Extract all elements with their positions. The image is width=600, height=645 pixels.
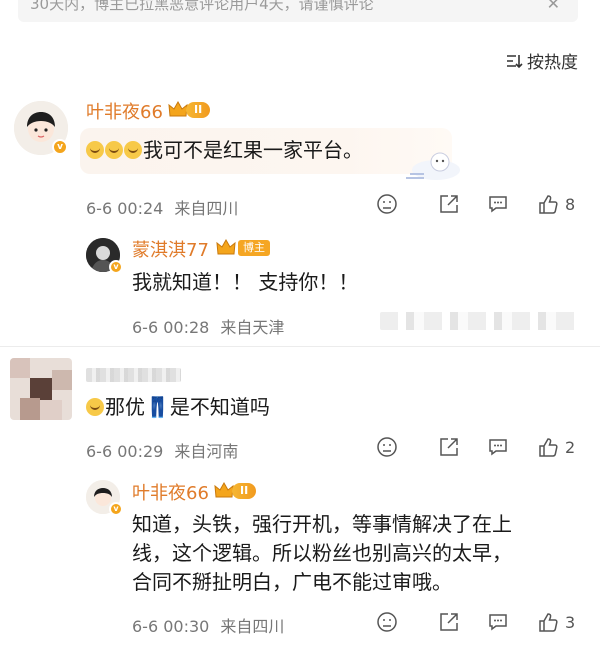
sort-icon bbox=[507, 54, 523, 68]
sort-by-heat-button[interactable]: 按热度 bbox=[505, 48, 578, 73]
doge-emoji-icon bbox=[105, 141, 123, 159]
like-button[interactable]: 3 bbox=[537, 611, 575, 633]
notice-text: 30天内，博主已拉黑恶意评论用户4天，请谨慎评论 bbox=[30, 0, 374, 13]
comment-username[interactable]: 叶非夜66 bbox=[86, 98, 163, 124]
share-button[interactable] bbox=[438, 611, 460, 633]
verified-badge-icon: v bbox=[52, 139, 68, 155]
like-count: 8 bbox=[565, 194, 576, 214]
share-icon bbox=[440, 195, 458, 213]
comment-text: 那优👖是不知道吗 bbox=[86, 393, 270, 422]
reply-text-line: 线，这个逻辑。所以粉丝也别高兴的太早， bbox=[132, 541, 512, 565]
reply-text: 我就知道！！ 支持你！！ bbox=[132, 270, 359, 294]
top-notice: 30天内，博主已拉黑恶意评论用户4天，请谨慎评论 ✕ bbox=[18, 0, 578, 22]
dislike-button[interactable] bbox=[376, 193, 398, 215]
comment-icon bbox=[489, 439, 507, 456]
share-button[interactable] bbox=[438, 436, 460, 458]
reply-actions: 3 bbox=[0, 611, 600, 635]
blurred-area bbox=[380, 312, 580, 330]
blurred-username bbox=[86, 368, 181, 382]
comment-icon bbox=[489, 614, 507, 631]
like-count: 3 bbox=[565, 612, 576, 632]
blogger-badge: 博主 bbox=[216, 238, 270, 258]
comment-text-content: 那优👖是不知道吗 bbox=[105, 395, 270, 419]
like-button[interactable]: 2 bbox=[537, 436, 575, 458]
share-button[interactable] bbox=[438, 193, 460, 215]
reply-text-line: 知道，头铁，强行开机，等事情解决了在上 bbox=[132, 512, 512, 536]
verified-badge-icon: v bbox=[109, 260, 123, 274]
reply-button[interactable] bbox=[487, 436, 509, 458]
thumbs-up-icon bbox=[539, 195, 558, 214]
crown-icon bbox=[214, 482, 234, 498]
share-icon bbox=[440, 613, 458, 631]
verified-badge-icon: v bbox=[109, 502, 123, 516]
reply-text-line: 合同不掰扯明白，广电不能过审哦。 bbox=[132, 570, 452, 594]
dislike-button[interactable] bbox=[376, 611, 398, 633]
dislike-face-icon bbox=[377, 194, 397, 214]
comment-text-content: 我可不是红果一家平台。 bbox=[143, 138, 363, 162]
sticker-icon bbox=[406, 152, 460, 180]
sort-label: 按热度 bbox=[527, 53, 578, 73]
level-text: II bbox=[232, 483, 257, 499]
dislike-face-icon bbox=[377, 612, 397, 632]
reply-username[interactable]: 蒙淇淇77 bbox=[132, 236, 209, 262]
like-count: 2 bbox=[565, 437, 576, 457]
comment-text: 我可不是红果一家平台。 bbox=[86, 136, 363, 165]
reply-username[interactable]: 叶非夜66 bbox=[132, 479, 209, 505]
doge-emoji-icon bbox=[86, 141, 104, 159]
level-badge: II bbox=[168, 100, 211, 120]
comment-actions: 2 bbox=[0, 436, 600, 460]
reply-location: 来自天津 bbox=[220, 318, 285, 337]
thumbs-up-icon bbox=[539, 613, 558, 632]
level-text: II bbox=[186, 102, 211, 118]
comment-actions: 8 bbox=[0, 193, 600, 217]
dislike-button[interactable] bbox=[376, 436, 398, 458]
like-button[interactable]: 8 bbox=[537, 193, 575, 215]
share-icon bbox=[440, 438, 458, 456]
reply-button[interactable] bbox=[487, 193, 509, 215]
avatar[interactable] bbox=[10, 358, 72, 420]
doge-emoji-icon bbox=[124, 141, 142, 159]
divider bbox=[0, 346, 600, 347]
reply-text: 知道，头铁，强行开机，等事情解决了在上 线，这个逻辑。所以粉丝也别高兴的太早， … bbox=[132, 510, 512, 597]
reply-meta: 6-6 00:28 来自天津 bbox=[132, 314, 284, 338]
surprised-emoji-icon bbox=[86, 398, 104, 416]
dislike-face-icon bbox=[377, 437, 397, 457]
blogger-tag: 博主 bbox=[238, 240, 270, 256]
thumbs-up-icon bbox=[539, 438, 558, 457]
close-icon[interactable]: ✕ bbox=[547, 0, 560, 22]
crown-icon bbox=[168, 101, 188, 117]
level-badge: II bbox=[214, 481, 257, 501]
reply-time: 6-6 00:28 bbox=[132, 318, 210, 337]
reply-button[interactable] bbox=[487, 611, 509, 633]
crown-icon bbox=[216, 239, 236, 255]
comment-icon bbox=[489, 196, 507, 213]
